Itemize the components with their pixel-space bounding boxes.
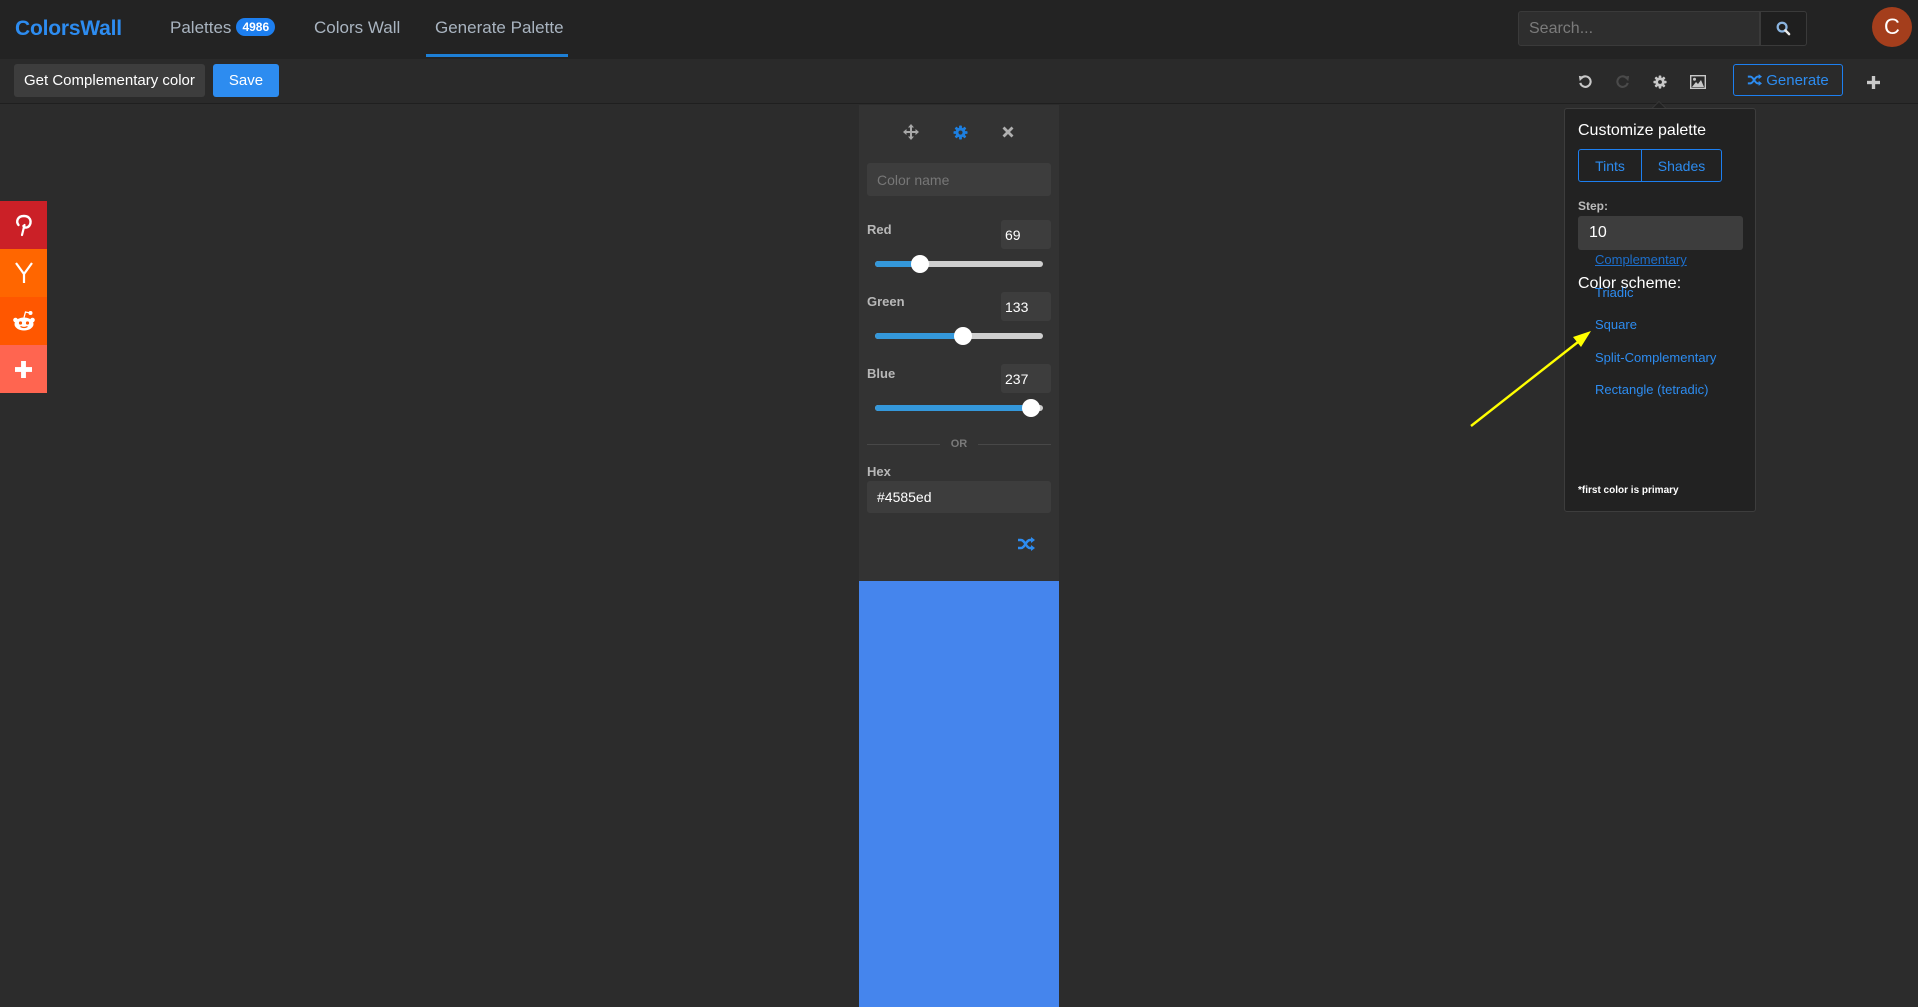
hex-input[interactable] <box>867 481 1051 513</box>
generate-label: Generate <box>1766 71 1829 89</box>
red-value-input[interactable] <box>1001 220 1051 249</box>
image-icon <box>1690 75 1706 89</box>
scheme-triadic[interactable]: Triadic <box>1595 285 1634 300</box>
undo-button[interactable] <box>1574 71 1596 93</box>
color-name-input[interactable] <box>867 163 1051 196</box>
search-button[interactable] <box>1760 11 1807 46</box>
scheme-square[interactable]: Square <box>1595 317 1637 332</box>
redo-icon <box>1616 75 1630 88</box>
pinterest-icon <box>15 214 32 237</box>
settings-gear-icon <box>952 124 968 140</box>
color-settings-button[interactable] <box>951 123 969 141</box>
plus-icon <box>1866 75 1880 89</box>
scheme-complementary[interactable]: Complementary <box>1595 252 1687 267</box>
search-icon <box>1776 21 1791 36</box>
or-divider: OR <box>867 438 1051 450</box>
generate-button[interactable]: Generate <box>1733 64 1843 96</box>
popover-title: Customize palette <box>1578 122 1707 139</box>
shuffle-icon <box>1018 537 1035 551</box>
scheme-split-complementary[interactable]: Split-Complementary <box>1595 350 1716 365</box>
divider-line <box>978 444 1051 445</box>
undo-icon <box>1578 75 1592 88</box>
share-more-button[interactable] <box>0 345 47 393</box>
save-button[interactable]: Save <box>213 64 279 97</box>
shuffle-icon <box>1748 74 1763 86</box>
tints-shades-toggle: Tints Shades <box>1578 149 1722 182</box>
randomize-color-button[interactable] <box>1017 537 1035 553</box>
nav-colors-wall[interactable]: Colors Wall <box>314 18 400 38</box>
hacker-news-icon <box>14 262 33 283</box>
hex-label: Hex <box>867 464 891 479</box>
blue-slider-fill <box>875 405 1032 411</box>
drag-handle[interactable] <box>902 123 920 141</box>
search-input[interactable] <box>1518 11 1760 46</box>
color-swatch[interactable] <box>859 581 1059 1007</box>
export-image-button[interactable] <box>1687 71 1709 93</box>
nav-palettes-label: Palettes <box>170 18 232 37</box>
palettes-count-badge: 4986 <box>236 18 276 36</box>
tints-button[interactable]: Tints <box>1579 150 1642 181</box>
primary-color-footnote: *first color is primary <box>1578 485 1679 496</box>
blue-slider-thumb[interactable] <box>1022 399 1041 417</box>
blue-slider[interactable] <box>875 399 1043 417</box>
red-slider-thumb[interactable] <box>911 255 930 273</box>
color-editor-panel: Red Green Blue OR Hex <box>859 105 1059 581</box>
close-icon <box>1002 126 1014 138</box>
remove-color-button[interactable] <box>999 123 1017 141</box>
step-input[interactable] <box>1578 216 1743 250</box>
move-icon <box>903 124 919 140</box>
reddit-icon <box>12 311 35 331</box>
shades-button[interactable]: Shades <box>1642 150 1721 181</box>
green-slider[interactable] <box>875 327 1043 345</box>
redo-button[interactable] <box>1612 71 1634 93</box>
nav-palettes[interactable]: Palettes 4986 <box>170 18 276 38</box>
palette-name-input[interactable] <box>14 64 205 97</box>
blue-value-input[interactable] <box>1001 364 1051 393</box>
customize-palette-popover: Customize palette Tints Shades Step: Col… <box>1564 108 1756 512</box>
red-label: Red <box>867 222 892 237</box>
share-hacker-news-button[interactable] <box>0 249 47 297</box>
plus-icon <box>15 360 32 378</box>
add-color-button[interactable] <box>1862 71 1884 93</box>
annotation-arrow-line <box>1470 341 1579 427</box>
blue-label: Blue <box>867 366 896 381</box>
active-nav-indicator <box>426 54 568 57</box>
green-slider-fill <box>875 333 963 339</box>
green-slider-thumb[interactable] <box>953 327 972 345</box>
green-value-input[interactable] <box>1001 292 1051 321</box>
share-pinterest-button[interactable] <box>0 201 47 249</box>
brand-logo[interactable]: ColorsWall <box>15 17 122 41</box>
palette-toolbar: Save <box>0 59 1918 104</box>
green-label: Green <box>867 294 905 309</box>
nav-generate-palette[interactable]: Generate Palette <box>435 18 564 38</box>
red-slider[interactable] <box>875 255 1043 273</box>
step-label: Step: <box>1578 199 1608 213</box>
customize-settings-button[interactable] <box>1649 71 1671 93</box>
share-reddit-button[interactable] <box>0 297 47 345</box>
settings-gear-icon <box>1653 75 1667 89</box>
scheme-rectangle-tetradic[interactable]: Rectangle (tetradic) <box>1595 382 1708 397</box>
top-navbar: ColorsWall Palettes 4986 Colors Wall Gene… <box>0 0 1918 59</box>
user-avatar[interactable]: C <box>1872 7 1912 47</box>
